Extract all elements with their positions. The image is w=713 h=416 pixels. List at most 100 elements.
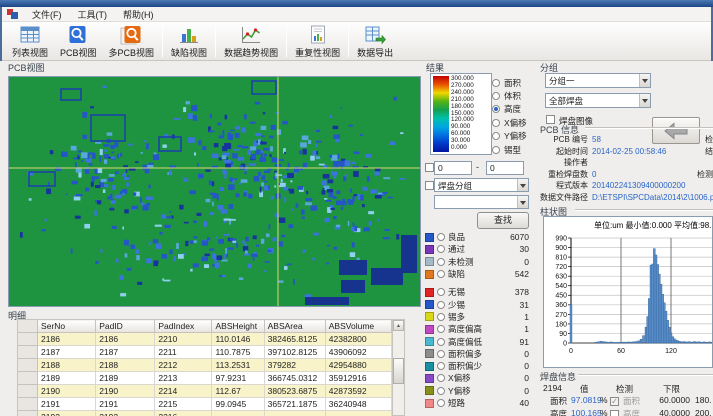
column-header[interactable]: ABSVolume — [325, 320, 391, 333]
toolbar-button-multi-pcb-view[interactable]: 多PCB视图 — [103, 22, 161, 60]
radio-button[interactable] — [437, 245, 445, 253]
chevron-down-icon[interactable] — [517, 196, 528, 208]
table-row[interactable]: 218621862210110.0146382465.812542382800 — [18, 333, 392, 346]
metric-option[interactable]: X偏移 — [492, 116, 536, 129]
pad-subgroup-dropdown[interactable] — [434, 195, 529, 209]
column-header[interactable]: SerNo — [38, 320, 96, 333]
radio-button[interactable] — [492, 146, 500, 154]
radio-button[interactable] — [492, 79, 500, 87]
svg-text:90: 90 — [559, 331, 567, 338]
pad-metric-value: 100.165 — [571, 408, 602, 416]
table-row[interactable]: 21892189221397.9231366745.031235912916 — [18, 372, 392, 385]
table-row[interactable]: 218721872211110.7875397102.812543906092 — [18, 346, 392, 359]
radio-button[interactable] — [437, 362, 445, 370]
radio-button[interactable] — [437, 374, 445, 382]
table-cell: 2191 — [38, 398, 96, 411]
table-cell: 42382800 — [325, 333, 391, 346]
legend-row[interactable]: 无锡378 — [425, 286, 532, 298]
table-row[interactable]: 219021902214112.67380523.687542873592 — [18, 385, 392, 398]
column-header[interactable]: PadID — [96, 320, 155, 333]
radio-button[interactable] — [492, 92, 500, 100]
pcb-info-value: 2014-02-25 00:58:46 — [592, 147, 666, 156]
column-header[interactable]: PadIndex — [155, 320, 212, 333]
metric-option[interactable]: 面积 — [492, 76, 536, 89]
repeatability-view-icon — [307, 25, 329, 45]
radio-button[interactable] — [437, 350, 445, 358]
scrollbar-thumb[interactable] — [393, 358, 404, 384]
table-cell: 379282 — [264, 359, 325, 372]
range-max-input[interactable]: 0 — [486, 161, 524, 175]
legend-row[interactable]: 未检测0 — [425, 256, 532, 268]
row-header — [18, 320, 38, 333]
table-row[interactable]: 21912191221599.0945365721.187536240948 — [18, 398, 392, 411]
radio-button[interactable] — [437, 325, 445, 333]
legend-row[interactable]: Y偏移0 — [425, 385, 532, 397]
chevron-down-icon[interactable] — [639, 74, 650, 87]
radio-button[interactable] — [437, 288, 445, 296]
radio-button[interactable] — [492, 132, 500, 140]
radio-button[interactable] — [437, 301, 445, 309]
legend-row[interactable]: 面积偏多0 — [425, 348, 532, 360]
legend-row[interactable]: 短路40 — [425, 397, 532, 409]
table-cell: 2192 — [96, 411, 155, 416]
scroll-up-icon[interactable]: ▲ — [393, 320, 404, 331]
legend-row[interactable]: 高度偏低91 — [425, 335, 532, 347]
pad-metric-unit: % — [600, 395, 608, 405]
legend-row[interactable]: 面积偏少0 — [425, 360, 532, 372]
row-header — [18, 346, 38, 359]
legend-count: 1 — [465, 312, 532, 322]
radio-button[interactable] — [492, 105, 500, 113]
menu-file[interactable]: 文件(F) — [24, 7, 70, 22]
pcb-image[interactable] — [8, 76, 421, 307]
table-cell: 397102.8125 — [264, 346, 325, 359]
range-filter-checkbox[interactable] — [425, 163, 434, 172]
svg-text:180: 180 — [555, 321, 567, 328]
column-header[interactable]: ABSArea — [264, 320, 325, 333]
range-min-input[interactable]: 0 — [434, 161, 472, 175]
toolbar-button-repeatability-view[interactable]: 重复性视图 — [289, 22, 346, 60]
legend-row[interactable]: 高度偏高1 — [425, 323, 532, 335]
detail-table-scrollbar[interactable]: ▲ — [392, 319, 405, 416]
toolbar-button-data-export[interactable]: 数据导出 — [351, 22, 399, 60]
radio-button[interactable] — [437, 258, 445, 266]
column-header[interactable]: ABSHeight — [212, 320, 264, 333]
legend-row[interactable]: 良品6070 — [425, 231, 532, 243]
toolbar-button-label: 列表视图 — [12, 46, 48, 59]
radio-button[interactable] — [437, 313, 445, 321]
checkbox[interactable]: ✓ — [610, 397, 619, 406]
legend-row[interactable]: 少锡31 — [425, 298, 532, 310]
metric-option[interactable]: 高度 — [492, 103, 536, 116]
table-cell — [212, 411, 264, 416]
legend-color-swatch — [425, 362, 434, 371]
toolbar-button-data-trend-view[interactable]: 数据趋势视图 — [218, 22, 284, 60]
menu-help[interactable]: 帮助(H) — [115, 7, 162, 22]
table-row[interactable]: 218821882212113.253137928242954880 — [18, 359, 392, 372]
metric-option[interactable]: Y偏移 — [492, 130, 536, 143]
chevron-down-icon[interactable] — [517, 179, 528, 191]
detail-grid[interactable]: SerNoPadIDPadIndexABSHeightABSAreaABSVol… — [17, 319, 392, 416]
metric-option[interactable]: 锡型 — [492, 143, 536, 156]
radio-button[interactable] — [437, 387, 445, 395]
radio-button[interactable] — [437, 233, 445, 241]
toolbar-button-list-view[interactable]: 列表视图 — [6, 22, 54, 60]
radio-button[interactable] — [437, 270, 445, 278]
radio-button[interactable] — [437, 399, 445, 407]
legend-row[interactable]: 缺陷542 — [425, 268, 532, 280]
search-button[interactable]: 查找 — [477, 212, 529, 229]
metric-option[interactable]: 体积 — [492, 89, 536, 102]
checkbox[interactable] — [610, 410, 619, 416]
legend-row[interactable]: 锡多1 — [425, 311, 532, 323]
toolbar-button-pcb-view[interactable]: PCB视图 — [54, 22, 103, 60]
radio-button[interactable] — [492, 119, 500, 127]
pad-group-dropdown[interactable]: 焊盘分组 — [434, 178, 529, 192]
pads-dropdown[interactable]: 全部焊盘 — [545, 93, 651, 108]
menu-tools[interactable]: 工具(T) — [70, 7, 116, 22]
radio-button[interactable] — [437, 338, 445, 346]
pad-group-checkbox[interactable] — [425, 181, 434, 190]
toolbar-button-defect-view[interactable]: 缺陷视图 — [165, 22, 213, 60]
legend-row[interactable]: 通过30 — [425, 243, 532, 255]
table-row[interactable]: 219221922216 — [18, 411, 392, 416]
chevron-down-icon[interactable] — [639, 94, 650, 107]
group-dropdown[interactable]: 分组一 — [545, 73, 651, 88]
legend-row[interactable]: X偏移0 — [425, 372, 532, 384]
